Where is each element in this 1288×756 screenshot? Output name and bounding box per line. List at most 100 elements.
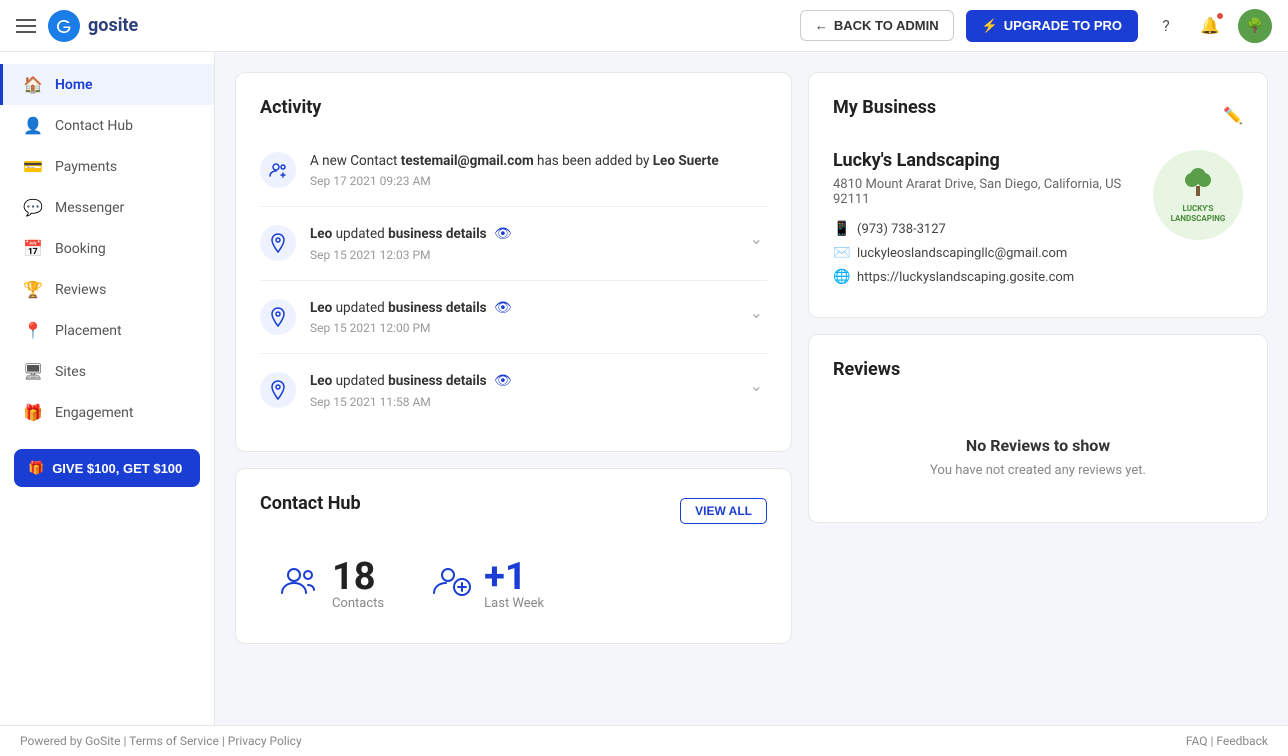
no-reviews-section: No Reviews to show You have not created … [833, 396, 1243, 498]
right-column: My Business ✏️ Lucky's Landscaping 4810 … [808, 72, 1268, 523]
hamburger-menu[interactable] [16, 19, 36, 33]
sidebar-item-placement[interactable]: 📍 Placement [0, 310, 214, 351]
terms-link[interactable]: Terms of Service [129, 734, 219, 748]
activity-content-2: Leo updated business details 👁 Sep 15 20… [310, 225, 732, 262]
no-reviews-subtitle: You have not created any reviews yet. [853, 463, 1223, 478]
footer: Powered by GoSite | Terms of Service | P… [0, 725, 1288, 756]
expand-chevron-3[interactable]: ⌄ [746, 299, 767, 326]
business-name: Lucky's Landscaping [833, 150, 1153, 171]
header: gosite ← BACK TO ADMIN ⚡ UPGRADE TO PRO … [0, 0, 1288, 52]
phone-icon: 📱 [833, 221, 849, 237]
location-svg-2 [269, 233, 287, 253]
sidebar-label-payments: Payments [55, 159, 117, 175]
my-business-card: My Business ✏️ Lucky's Landscaping 4810 … [808, 72, 1268, 318]
sidebar-label-placement: Placement [55, 323, 122, 339]
main-content: Activity [215, 52, 1288, 756]
sidebar-label-engagement: Engagement [55, 405, 133, 421]
activity-text-1: A new Contact testemail@gmail.com has be… [310, 152, 767, 171]
sidebar-label-contact-hub: Contact Hub [55, 118, 133, 134]
back-to-admin-button[interactable]: ← BACK TO ADMIN [800, 10, 954, 41]
eye-icon-3[interactable]: 👁 [494, 300, 512, 316]
sidebar-label-messenger: Messenger [55, 200, 124, 216]
home-icon: 🏠 [23, 75, 43, 94]
contact-hub-title: Contact Hub [260, 493, 361, 514]
activity-item-3: Leo updated business details 👁 Sep 15 20… [260, 281, 767, 355]
gift-icon: 🎁 [28, 460, 44, 476]
activity-item-1: A new Contact testemail@gmail.com has be… [260, 134, 767, 207]
location-update-icon-3 [260, 299, 296, 335]
activity-content-1: A new Contact testemail@gmail.com has be… [310, 152, 767, 188]
sidebar-item-booking[interactable]: 📅 Booking [0, 228, 214, 269]
logo[interactable]: gosite [48, 10, 138, 42]
business-phone: (973) 738-3127 [857, 222, 946, 237]
view-all-button[interactable]: VIEW ALL [680, 498, 767, 524]
expand-chevron-4[interactable]: ⌄ [746, 372, 767, 399]
logo-text: gosite [88, 15, 138, 36]
user-avatar[interactable]: 🌳 [1238, 9, 1272, 43]
eye-icon-2[interactable]: 👁 [494, 226, 512, 242]
footer-right: FAQ | Feedback [1186, 734, 1268, 748]
location-svg-4 [269, 380, 287, 400]
sidebar: 🏠 Home 👤 Contact Hub 💳 Payments 💬 Messen… [0, 52, 215, 756]
help-icon[interactable]: ? [1150, 10, 1182, 42]
sidebar-item-sites[interactable]: 🖥 Sites [0, 351, 214, 392]
booking-icon: 📅 [23, 239, 43, 258]
new-contacts-wrap: +1 Last Week [484, 558, 544, 611]
sidebar-item-home[interactable]: 🏠 Home [0, 64, 214, 105]
add-contact-icon [432, 563, 472, 606]
contacts-count: 18 [332, 558, 384, 596]
business-logo: LUCKY'SLANDSCAPING [1153, 150, 1243, 240]
business-website-row: 🌐 https://luckyslandscaping.gosite.com [833, 269, 1153, 285]
contact-svg [268, 160, 288, 180]
eye-icon-4[interactable]: 👁 [494, 373, 512, 389]
reviews-title: Reviews [833, 359, 1243, 380]
privacy-link[interactable]: Privacy Policy [228, 734, 302, 748]
upgrade-to-pro-button[interactable]: ⚡ UPGRADE TO PRO [966, 10, 1138, 42]
contact-icon: 👤 [23, 116, 43, 135]
reviews-icon: 🏆 [23, 280, 43, 299]
feedback-link[interactable]: Feedback [1216, 734, 1268, 748]
sidebar-item-contact-hub[interactable]: 👤 Contact Hub [0, 105, 214, 146]
sidebar-item-messenger[interactable]: 💬 Messenger [0, 187, 214, 228]
contacts-label: Contacts [332, 596, 384, 611]
contacts-group-icon [280, 563, 320, 606]
activity-text-2: Leo updated business details 👁 [310, 225, 732, 245]
sidebar-item-engagement[interactable]: 🎁 Engagement [0, 392, 214, 433]
give-referral-button[interactable]: 🎁 GIVE $100, GET $100 [14, 449, 200, 487]
notifications-icon[interactable]: 🔔 [1194, 10, 1226, 42]
activity-content-3: Leo updated business details 👁 Sep 15 20… [310, 299, 732, 336]
no-reviews-title: No Reviews to show [853, 436, 1223, 455]
sidebar-item-payments[interactable]: 💳 Payments [0, 146, 214, 187]
add-contact-svg [432, 563, 472, 599]
business-info: Lucky's Landscaping 4810 Mount Ararat Dr… [833, 150, 1243, 293]
contacts-count-wrap: 18 Contacts [332, 558, 384, 611]
faq-link[interactable]: FAQ [1186, 734, 1208, 748]
left-column: Activity [235, 72, 792, 644]
header-left: gosite [16, 10, 138, 42]
sidebar-label-reviews: Reviews [55, 282, 106, 298]
globe-icon: 🌐 [833, 269, 849, 285]
business-email: luckyleoslandscapingllc@gmail.com [857, 246, 1067, 261]
back-arrow-icon: ← [815, 18, 828, 33]
location-svg-3 [269, 307, 287, 327]
contacts-svg [280, 563, 320, 599]
sidebar-item-reviews[interactable]: 🏆 Reviews [0, 269, 214, 310]
notification-dot [1216, 12, 1224, 20]
location-update-icon-4 [260, 372, 296, 408]
activity-title: Activity [260, 97, 767, 118]
powered-by-text: Powered by GoSite [20, 734, 120, 748]
activity-time-3: Sep 15 2021 12:00 PM [310, 321, 732, 335]
new-contacts-stat: +1 Last Week [432, 558, 544, 611]
payments-icon: 💳 [23, 157, 43, 176]
activity-item-4: Leo updated business details 👁 Sep 15 20… [260, 354, 767, 427]
new-contacts-count: +1 [484, 558, 544, 596]
activity-time-1: Sep 17 2021 09:23 AM [310, 174, 767, 188]
business-email-row: ✉️ luckyleoslandscapingllc@gmail.com [833, 245, 1153, 261]
my-business-title: My Business [833, 97, 936, 118]
edit-business-icon[interactable]: ✏️ [1223, 106, 1243, 125]
sidebar-label-home: Home [55, 77, 93, 93]
activity-card: Activity [235, 72, 792, 452]
business-address: 4810 Mount Ararat Drive, San Diego, Cali… [833, 177, 1153, 207]
activity-content-4: Leo updated business details 👁 Sep 15 20… [310, 372, 732, 409]
expand-chevron-2[interactable]: ⌄ [746, 225, 767, 252]
